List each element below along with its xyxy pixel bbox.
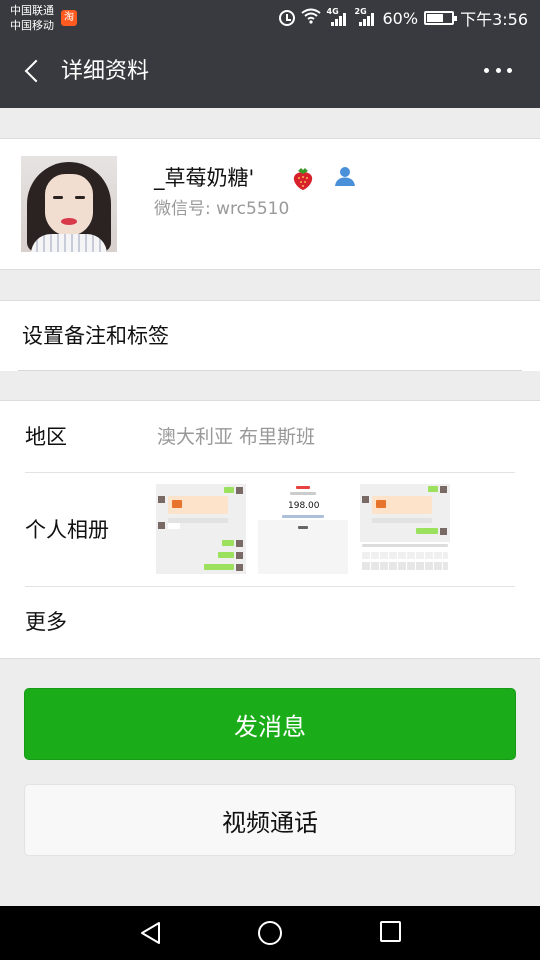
- clock: 下午3:56: [460, 10, 528, 29]
- divider: [25, 472, 515, 473]
- wechat-id: 微信号: wrc5510: [154, 199, 290, 219]
- title-bar: 详细资料: [0, 36, 540, 108]
- back-icon[interactable]: [22, 60, 44, 84]
- region-label: 地区: [25, 425, 67, 449]
- taobao-icon: 淘: [61, 10, 77, 26]
- send-message-button[interactable]: 发消息: [24, 688, 516, 760]
- wifi-icon: [300, 8, 321, 28]
- signal-icon-1: 4G: [326, 7, 349, 26]
- more-label[interactable]: 更多: [25, 607, 67, 637]
- contact-icon: [333, 164, 357, 188]
- status-bar: 中国联通 中国移动 淘 4G 2G 60% 下午3:56: [0, 0, 540, 36]
- carrier-1: 中国联通: [10, 4, 54, 17]
- divider: [18, 370, 522, 371]
- carrier-2: 中国移动: [10, 19, 54, 32]
- album-thumb-3[interactable]: [360, 484, 450, 574]
- album-thumb-1[interactable]: [156, 484, 246, 574]
- region-value: 澳大利亚 布里斯班: [157, 426, 316, 448]
- nav-recent-icon[interactable]: [380, 921, 401, 942]
- nav-back-icon[interactable]: [139, 921, 163, 945]
- navigation-bar: [0, 906, 540, 960]
- network-type-1: 4G: [326, 7, 339, 16]
- video-call-button[interactable]: 视频通话: [24, 784, 516, 856]
- nav-home-icon[interactable]: [258, 921, 282, 945]
- signal-icon-2: 2G: [354, 7, 377, 26]
- album-thumb-2[interactable]: 198.00: [258, 484, 348, 574]
- carrier-info: 中国联通 中国移动: [10, 3, 54, 33]
- status-icons: 4G 2G 60% 下午3:56: [278, 6, 528, 30]
- battery-percent: 60%: [382, 8, 419, 28]
- strawberry-icon: [290, 165, 316, 191]
- divider: [25, 586, 515, 587]
- network-type-2: 2G: [354, 7, 367, 16]
- album-label[interactable]: 个人相册: [25, 515, 109, 545]
- avatar[interactable]: [21, 156, 117, 252]
- thumb-amount: 198.00: [288, 501, 320, 511]
- remark-section: 设置备注和标签: [0, 300, 540, 371]
- profile-name: _草莓奶糖': [154, 166, 255, 190]
- alarm-icon: [278, 10, 295, 26]
- set-remark-and-tags[interactable]: 设置备注和标签: [22, 321, 169, 351]
- more-icon[interactable]: [484, 68, 512, 76]
- info-section: 地区 澳大利亚 布里斯班 个人相册 198.00 更多: [0, 400, 540, 659]
- battery-icon: [424, 11, 458, 25]
- page-title: 详细资料: [61, 59, 150, 84]
